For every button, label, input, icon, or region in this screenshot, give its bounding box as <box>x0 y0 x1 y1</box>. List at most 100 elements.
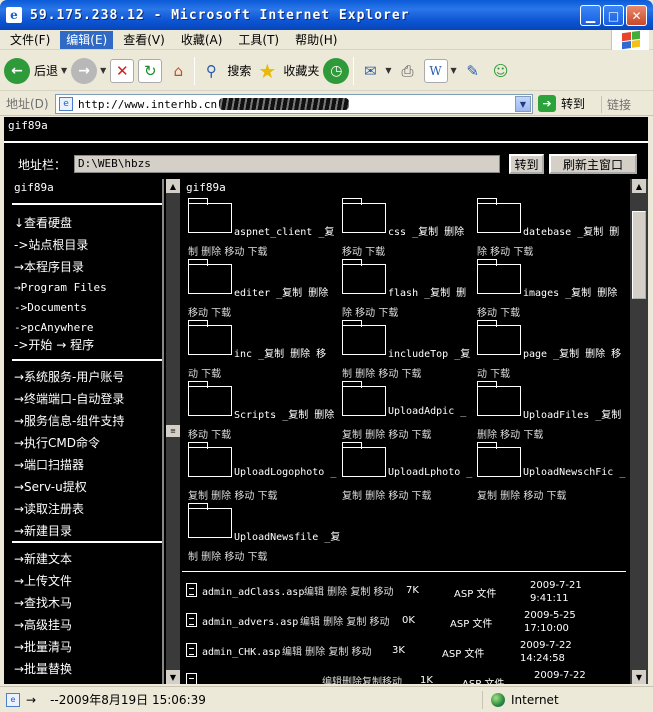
chevron-down-icon[interactable]: ▼ <box>61 66 67 75</box>
left-link[interactable]: →终端端口-自动登录 <box>14 388 124 410</box>
menu-favorites[interactable]: 收藏(A) <box>175 31 229 49</box>
folder-item[interactable]: editer _复制 删除 移动 下载 <box>186 259 336 320</box>
folder-item[interactable]: UploadNewsfile _复 制 删除 移动 下载 <box>186 503 340 564</box>
left-frame-scrollbar[interactable]: ▲ ≡ ▼ <box>166 179 180 684</box>
left-link[interactable]: →读取注册表 <box>14 498 124 520</box>
folder-name[interactable]: editer _复制 删除 <box>234 284 328 299</box>
left-link[interactable]: →本程序目录 <box>14 256 107 278</box>
splitter-grip-icon[interactable]: ≡ <box>166 425 180 437</box>
chevron-down-icon[interactable]: ▼ <box>100 66 106 75</box>
title-bar[interactable]: e 59.175.238.12 - Microsoft Internet Exp… <box>0 0 653 30</box>
folder-item[interactable]: Scripts _复制 删除 移动 下载 <box>186 381 336 442</box>
scroll-up-icon[interactable]: ▲ <box>632 179 646 193</box>
folder-name[interactable]: images _复制 删除 <box>523 284 617 299</box>
scroll-down-icon[interactable]: ▼ <box>166 670 180 684</box>
left-link[interactable]: →端口扫描器 <box>14 454 124 476</box>
chevron-down-icon[interactable]: ▼ <box>451 66 457 75</box>
folder-ops[interactable]: 移动 下载 <box>477 304 520 319</box>
scroll-thumb[interactable] <box>632 211 646 299</box>
menu-view[interactable]: 查看(V) <box>117 31 171 49</box>
back-button[interactable]: ← 后退 ▼ <box>4 54 67 88</box>
folder-name[interactable]: UploadLphoto _ <box>388 467 472 478</box>
folder-item[interactable]: UploadLogophoto _ 复制 删除 移动 下载 <box>186 442 336 503</box>
folder-item[interactable]: UploadAdpic _ 复制 删除 移动 下载 <box>340 381 490 442</box>
folder-item[interactable]: includeTop _复 制 删除 移动 下载 <box>340 320 490 381</box>
folder-ops[interactable]: 动 下载 <box>477 365 510 380</box>
stop-button[interactable]: ✕ <box>110 54 135 88</box>
scroll-up-icon[interactable]: ▲ <box>166 179 180 193</box>
folder-item[interactable]: UploadLphoto _ 复制 删除 移动 下载 <box>340 442 490 503</box>
left-link[interactable]: →批量清马 <box>14 636 72 658</box>
folder-name[interactable]: UploadAdpic _ <box>388 406 466 417</box>
maximize-button[interactable]: □ <box>603 5 624 26</box>
right-frame-scrollbar[interactable]: ▲ ▼ <box>630 179 648 684</box>
folder-name[interactable]: UploadNewsfile _复 <box>234 528 340 543</box>
scroll-down-icon[interactable]: ▼ <box>632 670 646 684</box>
favorites-button[interactable]: ★ 收藏夹 <box>255 54 319 88</box>
file-row[interactable]: admin_adClass.asp 编辑 删除 复制 移动 7K ASP 文件 … <box>184 579 628 609</box>
left-link[interactable]: →查找木马 <box>14 592 72 614</box>
refresh-button[interactable]: ↻ <box>138 54 163 88</box>
left-link[interactable]: →新建目录 <box>14 520 124 542</box>
folder-ops[interactable]: 删除 移动 下载 <box>477 426 543 441</box>
search-button[interactable]: ⚲ 搜索 <box>199 54 252 88</box>
file-ops[interactable]: 编辑 删除 复制 移动 <box>300 613 390 628</box>
left-link[interactable]: →Program Files <box>14 278 107 298</box>
folder-ops[interactable]: 复制 删除 移动 下载 <box>477 487 567 502</box>
menu-file[interactable]: 文件(F) <box>4 31 56 49</box>
refresh-main-window-button[interactable]: 刷新主窗口 <box>549 154 637 174</box>
folder-ops[interactable]: 除 移动 下载 <box>477 243 533 258</box>
close-button[interactable]: ✕ <box>626 5 647 26</box>
menu-edit[interactable]: 编辑(E) <box>60 30 114 49</box>
folder-ops[interactable]: 动 下载 <box>188 365 221 380</box>
folder-item[interactable]: UploadNewschFic _ 复制 删除 移动 下载 <box>475 442 625 503</box>
folder-name[interactable]: page _复制 删除 移 <box>523 345 621 360</box>
chevron-down-icon[interactable]: ▼ <box>385 66 391 75</box>
folder-ops[interactable]: 复制 删除 移动 下载 <box>342 426 432 441</box>
address-input[interactable]: e http://www.interhb.cn ▼ <box>55 94 533 114</box>
folder-ops[interactable]: 移动 下载 <box>188 304 231 319</box>
folder-item[interactable]: inc _复制 删除 移 动 下载 <box>186 320 336 381</box>
file-ops[interactable]: 编辑 删除 复制 移动 <box>304 583 394 598</box>
left-link[interactable]: →上传文件 <box>14 570 72 592</box>
left-link[interactable]: ->pcAnywhere <box>14 318 107 338</box>
file-row[interactable]: admin_CHK.asp 编辑 删除 复制 移动 3K ASP 文件 2009… <box>184 639 628 669</box>
messenger-button[interactable]: ☺ <box>489 54 513 88</box>
edit-button[interactable]: W ▼ <box>423 54 457 88</box>
folder-name[interactable]: inc _复制 删除 移 <box>234 345 326 360</box>
print-button[interactable]: ⎙ <box>396 54 420 88</box>
folder-ops[interactable]: 移动 下载 <box>188 426 231 441</box>
folder-item[interactable]: css _复制 删除 移动 下载 <box>340 198 490 259</box>
address-url[interactable]: http://www.interhb.cn <box>78 98 217 111</box>
file-row[interactable]: admin_advers.asp 编辑 删除 复制 移动 0K ASP 文件 2… <box>184 609 628 639</box>
file-ops[interactable]: 编辑 删除 复制 移动 <box>282 643 372 658</box>
folder-ops[interactable]: 移动 下载 <box>342 243 385 258</box>
left-link[interactable]: →高级挂马 <box>14 614 72 636</box>
folder-ops[interactable]: 除 移动 下载 <box>342 304 398 319</box>
mail-button[interactable]: ✉ ▼ <box>358 54 391 88</box>
folder-item[interactable]: page _复制 删除 移 动 下载 <box>475 320 625 381</box>
file-ops[interactable]: 编辑删除复制移动 <box>322 673 402 684</box>
folder-ops[interactable]: 复制 删除 移动 下载 <box>188 487 278 502</box>
left-link[interactable]: →系统服务-用户账号 <box>14 366 124 388</box>
folder-name[interactable]: UploadFiles _复制 <box>523 406 621 421</box>
goto-button[interactable]: 转到 <box>509 154 544 174</box>
chevron-down-icon[interactable]: ▼ <box>515 96 531 112</box>
discuss-button[interactable]: ✎ <box>461 54 485 88</box>
go-button[interactable]: ➔ 转到 <box>538 95 585 112</box>
folder-name[interactable]: UploadNewschFic _ <box>523 467 625 478</box>
folder-ops[interactable]: 制 删除 移动 下载 <box>188 548 268 563</box>
forward-button[interactable]: → ▼ <box>71 54 106 88</box>
file-name[interactable]: admin_advers.asp <box>202 617 298 628</box>
folder-name[interactable]: UploadLogophoto _ <box>234 467 336 478</box>
left-link[interactable]: ->Documents <box>14 298 107 318</box>
folder-item[interactable]: flash _复制 删 除 移动 下载 <box>340 259 490 320</box>
minimize-button[interactable]: ▁ <box>580 5 601 26</box>
folder-name[interactable]: flash _复制 删 <box>388 284 466 299</box>
left-link[interactable]: ->站点根目录 <box>14 234 107 256</box>
folder-name[interactable]: aspnet_client _复 <box>234 223 334 238</box>
left-link[interactable]: →Serv-u提权 <box>14 476 124 498</box>
folder-item[interactable]: images _复制 删除 移动 下载 <box>475 259 625 320</box>
folder-name[interactable]: datebase _复制 删 <box>523 223 619 238</box>
path-input[interactable]: D:\WEB\hbzs <box>74 155 500 173</box>
